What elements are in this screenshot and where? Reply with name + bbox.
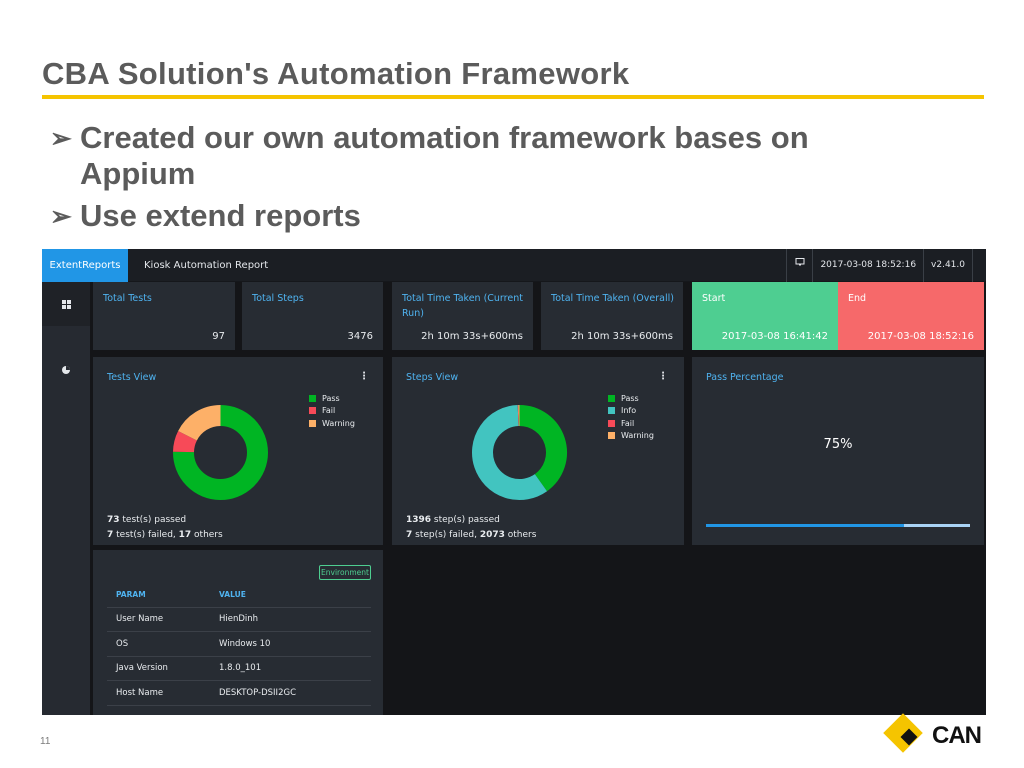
stat-value: 3476 <box>347 331 373 342</box>
report-name: Kiosk Automation Report <box>144 260 269 271</box>
report-datetime: 2017-03-08 18:52:16 <box>812 249 923 282</box>
brand-tab[interactable]: ExtentReports <box>42 249 128 282</box>
stat-value: 2017-03-08 18:52:16 <box>867 331 974 342</box>
pass-percentage-fill <box>706 524 904 527</box>
bullet-item: ➢ Created our own automation framework b… <box>50 120 950 192</box>
stat-label: Total Steps <box>252 293 304 304</box>
topbar-spacer <box>972 249 986 282</box>
stat-value: 2h 10m 33s+600ms <box>421 331 523 342</box>
environment-table: PARAM VALUE User Name HienDinh OS Windows … <box>107 583 371 706</box>
bullet-text: Created our own automation framework bas… <box>80 120 809 191</box>
legend-item: Info <box>608 405 654 418</box>
bullet-text: Use extend reports <box>80 198 361 233</box>
pass-percentage-panel: Pass Percentage 75% <box>692 357 984 545</box>
legend-item: Warning <box>309 417 355 430</box>
legend-item: Pass <box>608 392 654 405</box>
tests-donut-chart <box>173 405 268 500</box>
logo-text: CAN <box>932 722 982 749</box>
stat-value: 97 <box>212 331 225 342</box>
pie-chart-icon <box>62 366 70 374</box>
arrow-bullet-icon: ➢ <box>50 123 72 153</box>
panel-title: Tests View <box>107 372 157 383</box>
legend-swatch <box>309 407 316 415</box>
nav-dashboard[interactable] <box>42 282 90 326</box>
table-header: PARAM VALUE <box>107 583 371 608</box>
nav-analysis[interactable] <box>42 348 90 392</box>
stat-label: Start <box>702 293 726 304</box>
steps-summary: 1396 step(s) passed 7 step(s) failed, 20… <box>406 515 537 540</box>
table-row: Host Name DESKTOP-DSII2GC <box>107 681 371 706</box>
table-row: Java Version 1.8.0_101 <box>107 657 371 681</box>
monitor-icon[interactable] <box>786 249 812 282</box>
dashboard-content: Total Tests 97 Total Steps 3476 Total Ti… <box>90 282 986 715</box>
stat-value: 2017-03-08 16:41:42 <box>721 331 828 342</box>
tests-legend: Pass Fail Warning <box>309 392 355 430</box>
stat-value: 2h 10m 33s+600ms <box>571 331 673 342</box>
pass-percentage-bar <box>706 524 970 527</box>
donut-slice-pass <box>518 405 567 492</box>
stat-end: End 2017-03-08 18:52:16 <box>838 282 984 350</box>
environment-panel: Environment PARAM VALUE User Name HienDin… <box>93 550 383 715</box>
donut-slice-fail <box>173 431 198 453</box>
steps-legend: Pass Info Fail Warning <box>608 392 654 442</box>
legend-item: Fail <box>309 405 355 418</box>
slide: CBA Solution's Automation Framework ➢ Cr… <box>0 0 1024 768</box>
legend-swatch <box>309 419 316 427</box>
stat-total-tests: Total Tests 97 <box>93 282 235 350</box>
stat-time-overall: Total Time Taken (Overall) 2h 10m 33s+60… <box>541 282 683 350</box>
panel-title: Pass Percentage <box>706 372 784 383</box>
stat-label: Total Time Taken (Overall) <box>551 293 674 304</box>
kebab-menu-icon[interactable]: ⋮ <box>359 371 369 382</box>
header-param: PARAM <box>116 590 146 600</box>
title-underline <box>42 95 984 99</box>
bullet-list: ➢ Created our own automation framework b… <box>50 120 950 240</box>
company-logo: CAN <box>883 713 986 755</box>
page-number: 11 <box>40 736 51 747</box>
legend-item: Warning <box>608 430 654 443</box>
extent-report-screenshot: ExtentReports Kiosk Automation Report 20… <box>42 249 986 715</box>
topbar-right: 2017-03-08 18:52:16 v2.41.0 <box>786 249 986 282</box>
stat-label: Total Tests <box>103 293 152 304</box>
stat-total-steps: Total Steps 3476 <box>242 282 383 350</box>
stat-time-current: Total Time Taken (Current Run) 2h 10m 33… <box>392 282 533 350</box>
legend-swatch <box>608 407 615 415</box>
tests-summary: 73 test(s) passed 7 test(s) failed, 17 o… <box>107 515 223 540</box>
report-version: v2.41.0 <box>923 249 972 282</box>
dashboard-icon <box>61 299 71 309</box>
slide-title: CBA Solution's Automation Framework <box>42 56 630 91</box>
header-value: VALUE <box>219 590 246 600</box>
pass-percentage-value: 75% <box>823 437 853 452</box>
stat-start: Start 2017-03-08 16:41:42 <box>692 282 838 350</box>
legend-item: Pass <box>309 392 355 405</box>
panel-title: Steps View <box>406 372 459 383</box>
table-row: User Name HienDinh <box>107 608 371 632</box>
legend-swatch <box>608 419 615 427</box>
legend-swatch <box>608 432 615 440</box>
side-nav <box>42 282 90 715</box>
kebab-menu-icon[interactable]: ⋮ <box>658 371 668 382</box>
arrow-bullet-icon: ➢ <box>50 201 72 231</box>
tests-view-panel: Tests View ⋮ Pass Fail Warning 73 test(s… <box>93 357 383 545</box>
stat-label: End <box>848 293 867 304</box>
legend-swatch <box>309 394 316 402</box>
legend-swatch <box>608 394 615 402</box>
legend-item: Fail <box>608 417 654 430</box>
donut-slice-warning <box>178 405 222 442</box>
top-bar: ExtentReports Kiosk Automation Report 20… <box>42 249 986 282</box>
bullet-item: ➢ Use extend reports <box>50 198 950 234</box>
steps-view-panel: Steps View ⋮ Pass Info Fail Warning 1396… <box>392 357 684 545</box>
stat-label: Total Time Taken (Current Run) <box>402 293 523 319</box>
environment-button[interactable]: Environment <box>319 565 371 580</box>
steps-donut-chart <box>472 404 567 500</box>
table-row: OS Windows 10 <box>107 632 371 657</box>
